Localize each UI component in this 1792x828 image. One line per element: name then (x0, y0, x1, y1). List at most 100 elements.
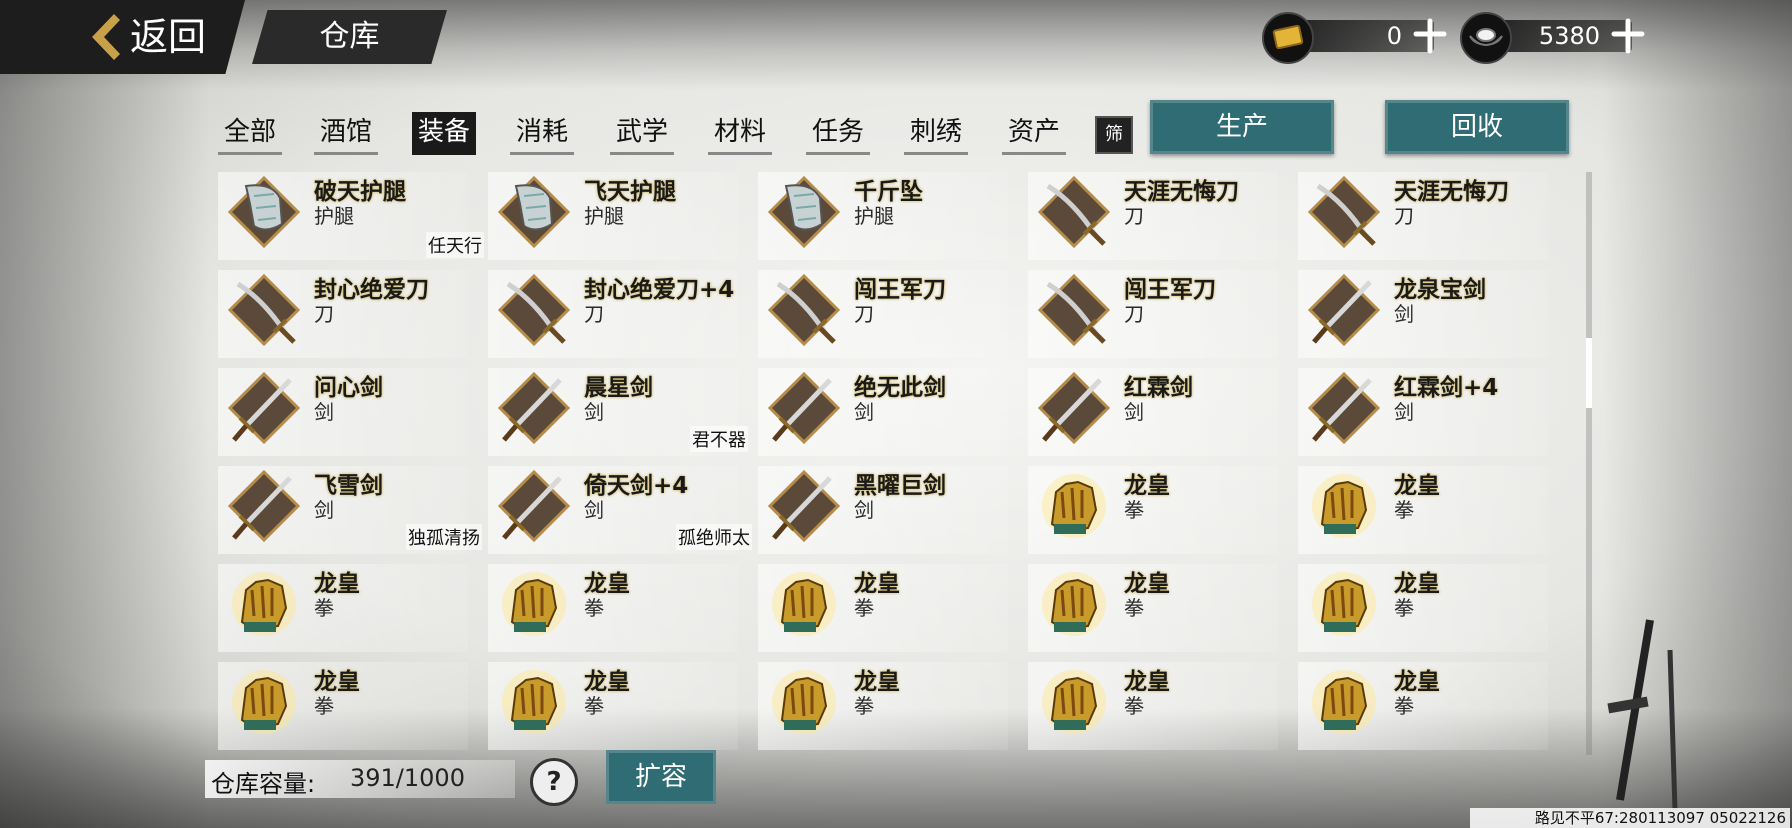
sword-icon (1304, 368, 1384, 448)
tab-consumables[interactable]: 消耗 (510, 112, 574, 155)
saber-icon (1034, 172, 1114, 252)
item-type: 拳 (1124, 694, 1144, 718)
item-slot[interactable]: 龙皇拳 (758, 658, 1028, 755)
help-button[interactable]: ? (530, 758, 578, 806)
item-slot[interactable]: 飞天护腿 护腿 (488, 170, 758, 266)
item-type: 拳 (854, 694, 874, 718)
item-type: 剑 (314, 498, 334, 522)
sword-icon (764, 368, 844, 448)
add-gold-icon[interactable] (1412, 18, 1448, 54)
sword-icon (1034, 368, 1114, 448)
item-type: 护腿 (854, 204, 894, 228)
scroll-thumb[interactable] (1586, 338, 1592, 408)
item-name: 封心绝爱刀+4 (584, 277, 735, 303)
item-slot[interactable]: 龙皇拳 (1298, 462, 1568, 560)
filter-button[interactable]: 筛 (1095, 116, 1133, 154)
item-type: 拳 (1394, 596, 1414, 620)
item-slot[interactable]: 绝无此剑剑 (758, 364, 1028, 462)
item-slot[interactable]: 黑曜巨剑剑 (758, 462, 1028, 560)
tab-equipment[interactable]: 装备 (412, 112, 476, 155)
capacity-value: 391/1000 (350, 764, 465, 792)
saber-icon (1034, 270, 1114, 350)
expand-capacity-button[interactable]: 扩容 (606, 750, 716, 804)
sword-icon (494, 368, 574, 448)
item-type: 剑 (314, 400, 334, 424)
saber-icon (1304, 172, 1384, 252)
gold-currency: 0 (1262, 12, 1452, 64)
item-slot[interactable]: 封心绝爱刀刀 (218, 266, 488, 364)
tab-embroidery[interactable]: 刺绣 (904, 112, 968, 155)
item-slot[interactable]: 龙皇拳 (488, 560, 758, 658)
gauntlet-icon (494, 662, 574, 742)
gauntlet-icon (764, 564, 844, 644)
item-type: 剑 (1394, 302, 1414, 326)
item-type: 拳 (1124, 596, 1144, 620)
item-type: 拳 (1394, 694, 1414, 718)
silver-currency: 5380 (1460, 12, 1650, 64)
recycle-button[interactable]: 回收 (1385, 100, 1569, 154)
page-title: 仓库 (252, 10, 447, 64)
item-type: 拳 (584, 596, 604, 620)
sword-icon (224, 368, 304, 448)
gauntlet-icon (1034, 466, 1114, 546)
item-slot[interactable]: 龙泉宝剑剑 (1298, 266, 1568, 364)
item-slot[interactable]: 闯王军刀刀 (1028, 266, 1298, 364)
tab-tavern[interactable]: 酒馆 (314, 112, 378, 155)
item-type: 拳 (1394, 498, 1414, 522)
item-slot[interactable]: 龙皇拳 (1298, 560, 1568, 658)
item-slot[interactable]: 封心绝爱刀+4 刀 (488, 266, 758, 364)
item-slot[interactable]: 龙皇拳 (1028, 462, 1298, 560)
silver-ingot-icon (1460, 12, 1512, 64)
item-slot[interactable]: 红霖剑剑 (1028, 364, 1298, 462)
item-slot[interactable]: 龙皇拳 (1028, 560, 1298, 658)
item-slot[interactable]: 千斤坠 护腿 (758, 170, 1028, 266)
item-slot[interactable]: 天涯无悔刀刀 (1298, 170, 1568, 266)
sword-icon (764, 466, 844, 546)
back-button[interactable]: 返回 (0, 0, 245, 74)
gauntlet-icon (224, 564, 304, 644)
item-type: 拳 (854, 596, 874, 620)
item-type: 剑 (1394, 400, 1414, 424)
tab-quests[interactable]: 任务 (806, 112, 870, 155)
gauntlet-icon (764, 662, 844, 742)
item-slot[interactable]: 龙皇拳 (758, 560, 1028, 658)
item-type: 剑 (854, 400, 874, 424)
saber-icon (764, 270, 844, 350)
item-slot[interactable]: 龙皇拳 (488, 658, 758, 755)
equipped-by-label: 独孤清扬 (406, 524, 482, 550)
gold-ingot-icon (1262, 12, 1314, 64)
item-slot[interactable]: 龙皇拳 (218, 560, 488, 658)
item-slot[interactable]: 问心剑剑 (218, 364, 488, 462)
tab-materials[interactable]: 材料 (708, 112, 772, 155)
item-type: 剑 (1124, 400, 1144, 424)
gauntlet-icon (224, 662, 304, 742)
gauntlet-icon (1304, 466, 1384, 546)
item-type: 拳 (314, 694, 334, 718)
sword-decoration-icon (1607, 619, 1678, 810)
item-slot[interactable]: 龙皇拳 (1028, 658, 1298, 755)
sword-icon (1304, 270, 1384, 350)
item-slot[interactable]: 闯王军刀刀 (758, 266, 1028, 364)
gauntlet-icon (1034, 662, 1114, 742)
item-type: 拳 (314, 596, 334, 620)
item-type: 拳 (584, 694, 604, 718)
item-type: 刀 (1124, 204, 1144, 228)
background-ink-left (0, 0, 210, 828)
item-slot[interactable]: 龙皇拳 (1298, 658, 1568, 755)
item-type: 护腿 (314, 204, 354, 228)
equipped-by-label: 孤绝师太 (676, 524, 752, 550)
tab-all[interactable]: 全部 (218, 112, 282, 155)
player-id: 路见不平67:280113097 05022126 (1470, 808, 1790, 828)
tab-assets[interactable]: 资产 (1002, 112, 1066, 155)
item-slot[interactable]: 红霖剑+4 剑 (1298, 364, 1568, 462)
tab-martial-arts[interactable]: 武学 (610, 112, 674, 155)
item-slot[interactable]: 龙皇拳 (218, 658, 488, 755)
produce-button[interactable]: 生产 (1150, 100, 1334, 154)
item-slot[interactable]: 天涯无悔刀刀 (1028, 170, 1298, 266)
add-silver-icon[interactable] (1610, 18, 1646, 54)
gauntlet-icon (1304, 662, 1384, 742)
chevron-left-icon (92, 14, 120, 60)
equipped-by-label: 任天行 (426, 232, 484, 258)
leg-armor-icon (764, 172, 844, 252)
item-type: 剑 (854, 498, 874, 522)
